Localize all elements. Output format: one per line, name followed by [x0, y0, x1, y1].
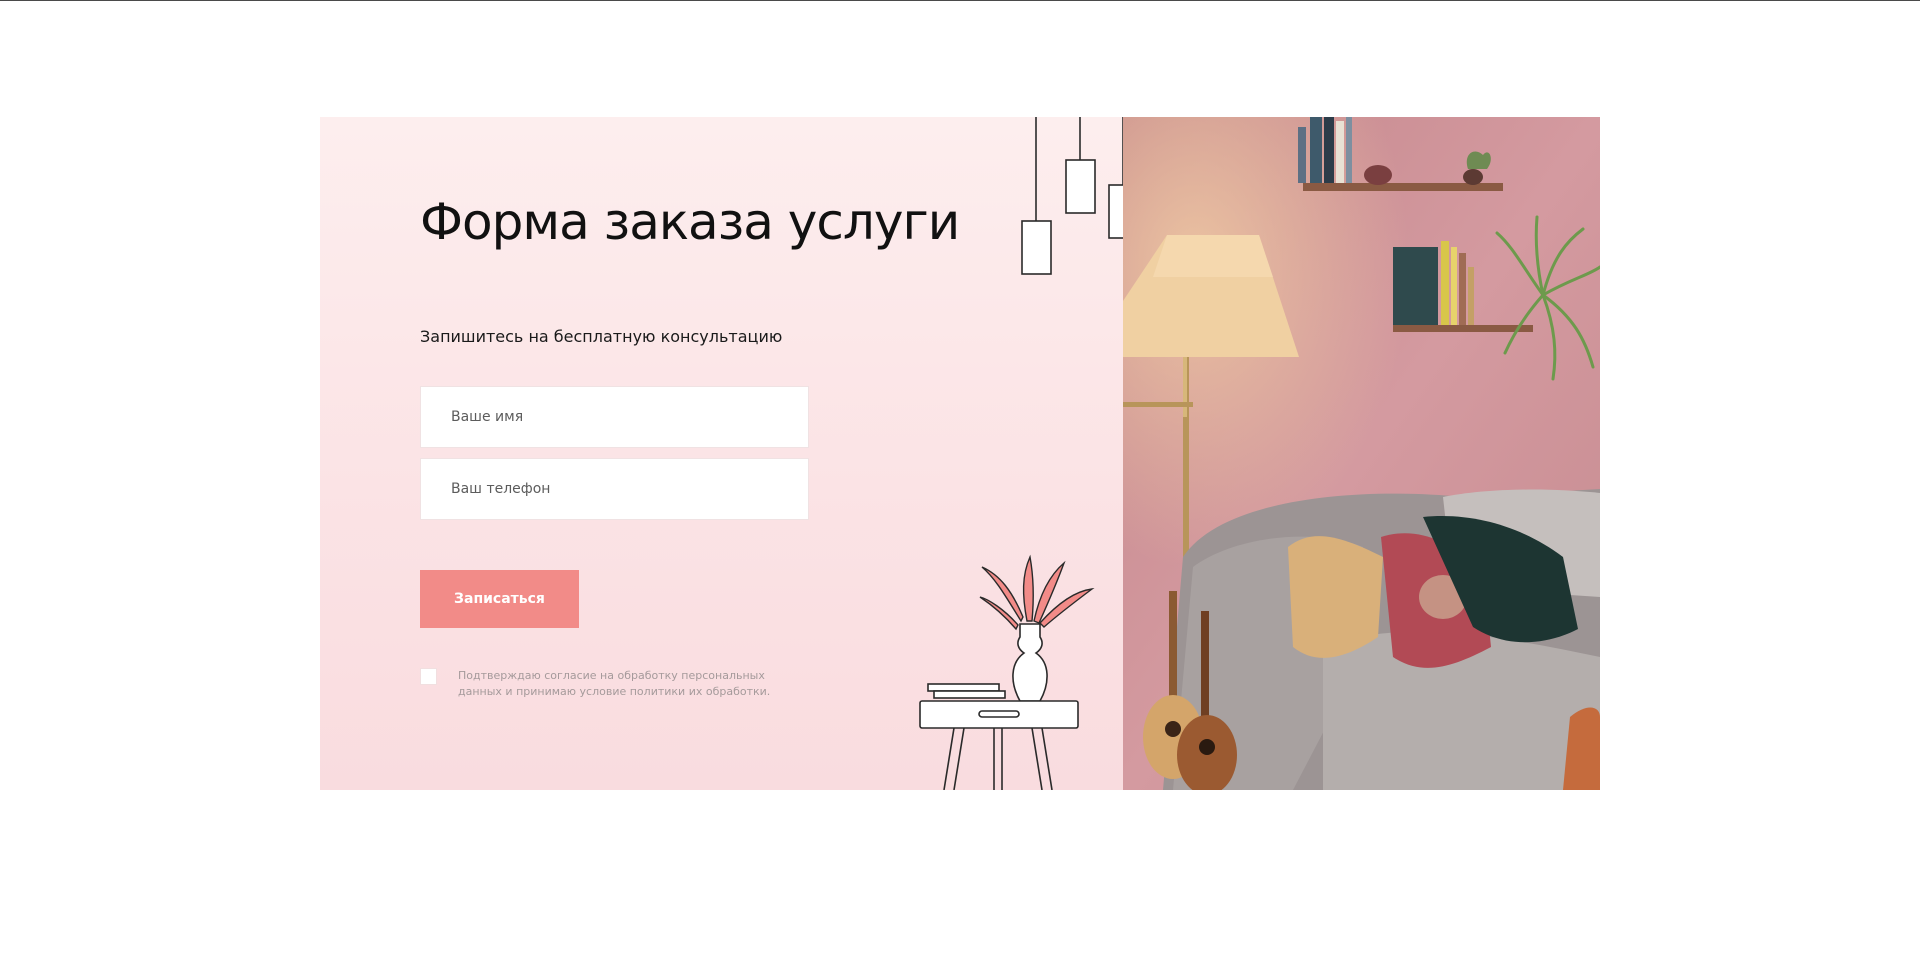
top-divider	[0, 0, 1920, 1]
submit-button[interactable]: Записаться	[420, 570, 579, 628]
order-form-card: Форма заказа услуги Запишитесь на беспла…	[320, 117, 1600, 790]
consent-checkbox[interactable]	[420, 668, 437, 685]
interior-photo-image	[1123, 117, 1600, 790]
form-subtitle: Запишитесь на бесплатную консультацию	[420, 327, 783, 346]
form-panel: Форма заказа услуги Запишитесь на беспла…	[320, 117, 1123, 790]
interior-photo	[1123, 117, 1600, 790]
side-table-icon	[919, 683, 1079, 790]
name-input[interactable]	[420, 386, 809, 448]
form-title: Форма заказа услуги	[420, 193, 960, 251]
pendant-lamps-icon	[1021, 117, 1123, 275]
vase-plant-icon	[979, 554, 1095, 702]
consent-text: Подтверждаю согласие на обработку персон…	[458, 669, 771, 698]
phone-input[interactable]	[420, 458, 809, 520]
